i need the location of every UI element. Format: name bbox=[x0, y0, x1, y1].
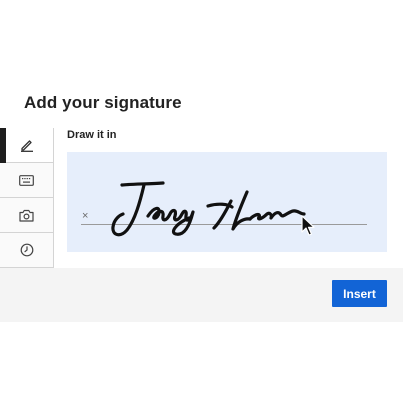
signature-drawing-pad[interactable]: × bbox=[67, 152, 387, 252]
clock-icon bbox=[20, 243, 34, 257]
tab-photo[interactable] bbox=[0, 198, 53, 233]
signature-stroke bbox=[111, 181, 306, 237]
tab-type[interactable] bbox=[0, 163, 53, 198]
signature-mode-tabs bbox=[0, 128, 54, 268]
dialog-title: Add your signature bbox=[24, 93, 182, 112]
keyboard-icon bbox=[19, 174, 34, 186]
pencil-icon bbox=[20, 138, 34, 152]
mouse-pointer-icon bbox=[301, 215, 315, 236]
insert-button[interactable]: Insert bbox=[332, 280, 387, 307]
camera-icon bbox=[19, 209, 34, 222]
draw-mode-label: Draw it in bbox=[67, 129, 117, 141]
tab-draw[interactable] bbox=[0, 128, 53, 163]
dialog-footer: Insert bbox=[0, 268, 403, 322]
tab-recent[interactable] bbox=[0, 233, 53, 268]
